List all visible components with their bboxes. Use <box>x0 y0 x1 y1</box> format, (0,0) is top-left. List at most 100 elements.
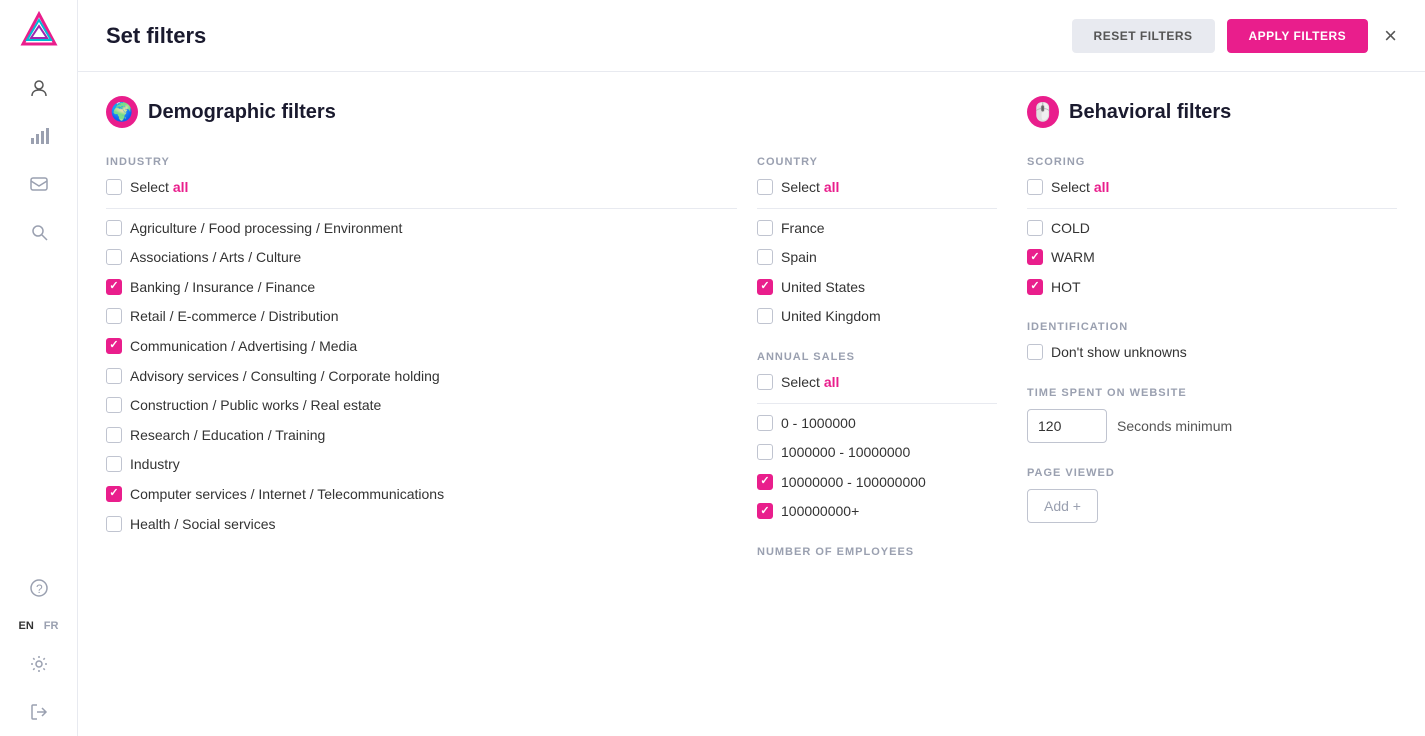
employees-label: NUMBER OF EMPLOYEES <box>757 546 997 558</box>
behavioral-title: Behavioral filters <box>1069 101 1231 124</box>
sales-checkbox-0[interactable] <box>757 415 773 431</box>
annual-sales-select-all[interactable]: Select all <box>757 373 997 393</box>
demographic-inner: INDUSTRY Select all Agriculture / Food p… <box>106 156 997 582</box>
country-annual-group: COUNTRY Select all France Spain <box>737 156 997 582</box>
annual-sales-select-all-checkbox[interactable] <box>757 374 773 390</box>
sales-checkbox-2[interactable] <box>757 474 773 490</box>
industry-checkbox-5[interactable] <box>106 368 122 384</box>
industry-item-9[interactable]: Computer services / Internet / Telecommu… <box>106 485 737 505</box>
behavioral-heading: 🖱️ Behavioral filters <box>1027 96 1397 128</box>
identification-item-unknowns[interactable]: Don't show unknowns <box>1027 343 1397 363</box>
svg-text:?: ? <box>36 582 43 596</box>
employees-group: NUMBER OF EMPLOYEES <box>757 546 997 558</box>
industry-item-8[interactable]: Industry <box>106 455 737 475</box>
country-item-france[interactable]: France <box>757 219 997 239</box>
industry-select-all-checkbox[interactable] <box>106 179 122 195</box>
industry-checkbox-9[interactable] <box>106 486 122 502</box>
country-checkbox-us[interactable] <box>757 279 773 295</box>
sidebar-item-settings[interactable] <box>19 644 59 684</box>
page-viewed-group: PAGE VIEWED Add + <box>1027 467 1397 523</box>
industry-item-3[interactable]: Retail / E-commerce / Distribution <box>106 307 737 327</box>
annual-sales-label: ANNUAL SALES <box>757 351 997 363</box>
time-spent-group: TIME SPENT ON WEBSITE Seconds minimum <box>1027 387 1397 443</box>
industry-checkbox-3[interactable] <box>106 308 122 324</box>
lang-fr[interactable]: FR <box>41 618 62 634</box>
app-logo[interactable] <box>17 10 61 54</box>
country-label: COUNTRY <box>757 156 997 168</box>
apply-filters-button[interactable]: APPLY FILTERS <box>1227 19 1369 53</box>
industry-item-1[interactable]: Associations / Arts / Culture <box>106 248 737 268</box>
country-select-all-checkbox[interactable] <box>757 179 773 195</box>
sidebar-item-analytics[interactable] <box>19 116 59 156</box>
identification-checkbox-unknowns[interactable] <box>1027 344 1043 360</box>
sidebar-item-email[interactable] <box>19 164 59 204</box>
sales-item-0[interactable]: 0 - 1000000 <box>757 414 997 434</box>
time-input-row: Seconds minimum <box>1027 409 1397 443</box>
industry-select-all[interactable]: Select all <box>106 178 737 198</box>
country-item-us[interactable]: United States <box>757 278 997 298</box>
country-checkbox-uk[interactable] <box>757 308 773 324</box>
lang-en[interactable]: EN <box>16 618 37 634</box>
industry-item-7[interactable]: Research / Education / Training <box>106 426 737 446</box>
scoring-checkbox-warm[interactable] <box>1027 249 1043 265</box>
country-item-spain[interactable]: Spain <box>757 248 997 268</box>
demographic-title: Demographic filters <box>148 101 336 124</box>
industry-checkbox-7[interactable] <box>106 427 122 443</box>
industry-checkbox-8[interactable] <box>106 456 122 472</box>
sales-checkbox-1[interactable] <box>757 444 773 460</box>
sidebar: ? EN FR <box>0 0 78 736</box>
page-title: Set filters <box>106 23 1072 49</box>
industry-group: INDUSTRY Select all Agriculture / Food p… <box>106 156 737 582</box>
industry-item-0[interactable]: Agriculture / Food processing / Environm… <box>106 219 737 239</box>
sales-item-1[interactable]: 1000000 - 10000000 <box>757 443 997 463</box>
industry-label: INDUSTRY <box>106 156 737 168</box>
time-spent-input[interactable] <box>1027 409 1107 443</box>
main-panel: Set filters RESET FILTERS APPLY FILTERS … <box>78 0 1425 736</box>
industry-item-10[interactable]: Health / Social services <box>106 515 737 535</box>
identification-group: IDENTIFICATION Don't show unknowns <box>1027 321 1397 363</box>
close-button[interactable]: × <box>1384 25 1397 47</box>
scoring-select-all[interactable]: Select all <box>1027 178 1397 198</box>
country-group: COUNTRY Select all France Spain <box>757 156 997 327</box>
scoring-item-hot[interactable]: HOT <box>1027 278 1397 298</box>
behavioral-icon: 🖱️ <box>1027 96 1059 128</box>
industry-item-5[interactable]: Advisory services / Consulting / Corpora… <box>106 367 737 387</box>
industry-checkbox-10[interactable] <box>106 516 122 532</box>
content-area: 🌍 Demographic filters INDUSTRY Select al… <box>78 72 1425 736</box>
scoring-item-warm[interactable]: WARM <box>1027 248 1397 268</box>
sales-item-2[interactable]: 10000000 - 100000000 <box>757 473 997 493</box>
add-page-button[interactable]: Add + <box>1027 489 1098 523</box>
sales-checkbox-3[interactable] <box>757 503 773 519</box>
demographic-section: 🌍 Demographic filters INDUSTRY Select al… <box>106 96 1027 712</box>
sidebar-item-logout[interactable] <box>19 692 59 732</box>
industry-item-6[interactable]: Construction / Public works / Real estat… <box>106 396 737 416</box>
industry-item-2[interactable]: Banking / Insurance / Finance <box>106 278 737 298</box>
industry-checkbox-0[interactable] <box>106 220 122 236</box>
behavioral-section: 🖱️ Behavioral filters SCORING Select all… <box>1027 96 1397 712</box>
sidebar-item-profile[interactable] <box>19 68 59 108</box>
scoring-item-cold[interactable]: COLD <box>1027 219 1397 239</box>
country-select-all[interactable]: Select all <box>757 178 997 198</box>
reset-filters-button[interactable]: RESET FILTERS <box>1072 19 1215 53</box>
industry-checkbox-1[interactable] <box>106 249 122 265</box>
annual-sales-group: ANNUAL SALES Select all 0 - 1000000 <box>757 351 997 522</box>
sales-item-3[interactable]: 100000000+ <box>757 502 997 522</box>
country-item-uk[interactable]: United Kingdom <box>757 307 997 327</box>
industry-checkbox-4[interactable] <box>106 338 122 354</box>
time-spent-suffix: Seconds minimum <box>1117 418 1232 434</box>
sidebar-item-search[interactable] <box>19 212 59 252</box>
language-switcher: EN FR <box>16 618 62 634</box>
country-checkbox-spain[interactable] <box>757 249 773 265</box>
scoring-select-all-checkbox[interactable] <box>1027 179 1043 195</box>
country-checkbox-france[interactable] <box>757 220 773 236</box>
industry-item-4[interactable]: Communication / Advertising / Media <box>106 337 737 357</box>
demographic-icon: 🌍 <box>106 96 138 128</box>
industry-checkbox-6[interactable] <box>106 397 122 413</box>
time-spent-label: TIME SPENT ON WEBSITE <box>1027 387 1397 399</box>
scoring-checkbox-cold[interactable] <box>1027 220 1043 236</box>
scoring-label: SCORING <box>1027 156 1397 168</box>
scoring-checkbox-hot[interactable] <box>1027 279 1043 295</box>
industry-checkbox-2[interactable] <box>106 279 122 295</box>
sidebar-item-help[interactable]: ? <box>19 568 59 608</box>
identification-label: IDENTIFICATION <box>1027 321 1397 333</box>
